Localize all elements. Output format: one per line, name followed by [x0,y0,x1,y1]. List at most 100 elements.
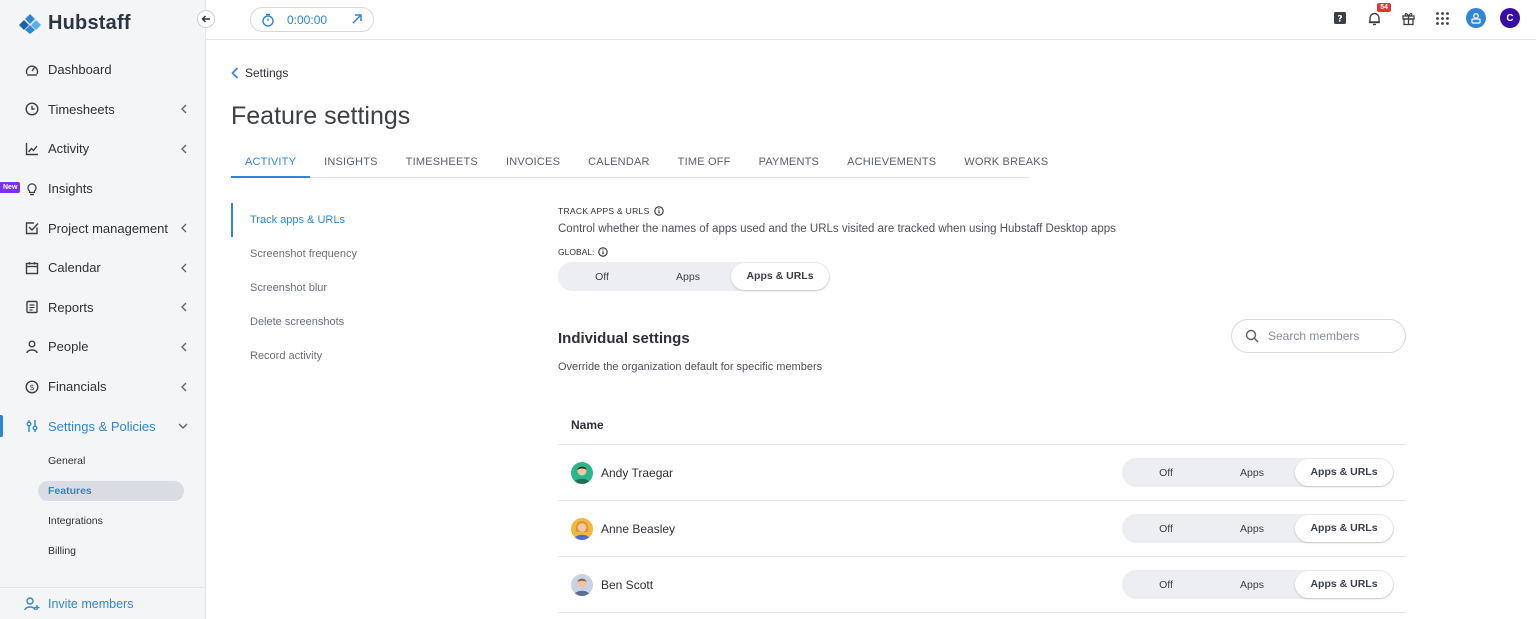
option-apps-urls[interactable]: Apps & URLs [1295,459,1393,486]
sidebar-subitem-features[interactable]: Features [38,480,184,501]
sidebar-subitem-integrations[interactable]: Integrations [0,506,206,536]
sidebar-nav: Dashboard Timesheets Activity New Insigh… [0,50,206,566]
subnav-screenshot-blur[interactable]: Screenshot blur [231,271,431,305]
sidebar-item-calendar[interactable]: Calendar [0,248,206,288]
chevron-left-icon [181,223,187,233]
sidebar-item-settings-policies[interactable]: Settings & Policies [0,406,206,446]
info-icon[interactable] [598,247,609,257]
option-apps[interactable]: Apps [1209,579,1295,591]
member-tracking-toggle: Off Apps Apps & URLs [1122,570,1394,599]
apps-grid-icon[interactable] [1432,8,1452,28]
option-off[interactable]: Off [1123,467,1209,479]
option-off[interactable]: Off [1123,523,1209,535]
section-label-text: TRACK APPS & URLS [558,206,650,216]
option-apps[interactable]: Apps [645,271,731,283]
tab-payments[interactable]: PAYMENTS [745,153,833,178]
table-row: Andy Traegar Off Apps Apps & URLs [558,445,1406,501]
global-label-text: GLOBAL: [558,247,595,257]
table-row: Ben Scott Off Apps Apps & URLs [558,557,1406,613]
user-avatar[interactable]: C [1500,8,1520,28]
clock-icon [24,101,40,117]
option-apps[interactable]: Apps [1209,467,1295,479]
breadcrumb[interactable]: Settings [231,66,288,80]
help-icon[interactable]: ? [1330,8,1350,28]
global-label: GLOBAL: [558,247,1406,257]
member-tracking-toggle: Off Apps Apps & URLs [1122,514,1394,543]
invite-members-button[interactable]: Invite members [0,587,205,619]
subnav-track-apps-urls[interactable]: Track apps & URLs [231,203,431,237]
settings-sliders-icon [24,418,40,434]
sidebar-item-dashboard[interactable]: Dashboard [0,50,206,90]
info-icon[interactable] [653,206,664,216]
tab-insights[interactable]: INSIGHTS [310,153,392,178]
topbar-icons: ? 54 C [1330,3,1520,28]
chevron-left-icon [231,67,239,79]
timer-widget[interactable]: 0:00:00 [250,7,374,32]
calendar-icon [24,260,40,276]
option-apps-urls[interactable]: Apps & URLs [731,263,829,290]
subnav-record-activity[interactable]: Record activity [231,339,431,373]
individual-settings-description: Override the organization default for sp… [558,361,823,373]
subnav-delete-screenshots[interactable]: Delete screenshots [231,305,431,339]
tab-calendar[interactable]: CALENDAR [574,153,664,178]
sidebar-item-financials[interactable]: $ Financials [0,367,206,407]
bell-icon[interactable]: 54 [1364,3,1391,28]
tab-achievements[interactable]: ACHIEVEMENTS [833,153,950,178]
feature-tabs: ACTIVITY INSIGHTS TIMESHEETS INVOICES CA… [231,153,1048,178]
breadcrumb-label: Settings [245,66,289,80]
tab-timesheets[interactable]: TIMESHEETS [392,153,492,178]
tab-invoices[interactable]: INVOICES [492,153,574,178]
sidebar-item-timesheets[interactable]: Timesheets [0,90,206,130]
option-off[interactable]: Off [559,271,645,283]
option-apps-urls[interactable]: Apps & URLs [1295,515,1393,542]
logo[interactable]: Hubstaff [18,12,131,35]
chevron-left-icon [181,104,187,114]
sidebar-item-label: People [48,339,89,355]
tab-activity[interactable]: ACTIVITY [231,153,311,178]
topbar: 0:00:00 ? 54 C [206,0,1536,40]
sidebar-item-activity[interactable]: Activity [0,129,206,169]
lightbulb-icon [24,181,40,197]
account-icon[interactable] [1466,8,1486,28]
member-avatar [571,573,593,596]
open-timer-arrow-icon[interactable] [351,13,363,25]
sidebar-item-people[interactable]: People [0,327,206,367]
search-input[interactable] [1268,329,1388,343]
activity-subnav: Track apps & URLs Screenshot frequency S… [231,203,431,373]
member-tracking-toggle: Off Apps Apps & URLs [1122,458,1394,487]
option-apps[interactable]: Apps [1209,523,1295,535]
sidebar-item-insights[interactable]: New Insights [0,169,206,209]
tab-time-off[interactable]: TIME OFF [664,153,745,178]
gift-icon[interactable] [1398,8,1418,28]
member-name: Andy Traegar [601,465,674,480]
sidebar-subitem-general[interactable]: General [0,446,206,476]
search-members[interactable] [1231,319,1406,353]
member-avatar [571,517,593,540]
sidebar-item-label: Dashboard [48,62,112,78]
section-label: TRACK APPS & URLS [558,206,1406,216]
new-badge: New [0,181,21,193]
option-off[interactable]: Off [1123,579,1209,591]
sidebar-item-label: Calendar [48,260,101,276]
hubstaff-logo-icon [19,13,41,34]
collapse-sidebar-button[interactable] [197,10,215,28]
sidebar-subitem-billing[interactable]: Billing [0,536,206,566]
timer-value: 0:00:00 [287,12,328,27]
dashboard-icon [24,62,40,78]
checkbox-icon [24,220,40,236]
member-name: Anne Beasley [601,521,676,536]
chevron-left-icon [181,342,187,352]
stopwatch-icon [262,13,274,27]
sidebar-item-project-management[interactable]: Project management [0,208,206,248]
sidebar-item-reports[interactable]: Reports [0,288,206,328]
sidebar-item-label: Settings & Policies [48,418,156,434]
section-description: Control whether the names of apps used a… [558,223,1116,235]
subnav-screenshot-frequency[interactable]: Screenshot frequency [231,237,431,271]
search-icon [1245,329,1259,343]
track-apps-section: TRACK APPS & URLS Control whether the na… [558,206,1406,613]
members-table: Name Andy Traegar Off Apps Apps & URLs A… [558,405,1406,613]
option-apps-urls[interactable]: Apps & URLs [1295,571,1393,598]
chevron-left-icon [181,302,187,312]
table-row: Anne Beasley Off Apps Apps & URLs [558,501,1406,557]
tab-work-breaks[interactable]: WORK BREAKS [950,153,1062,178]
